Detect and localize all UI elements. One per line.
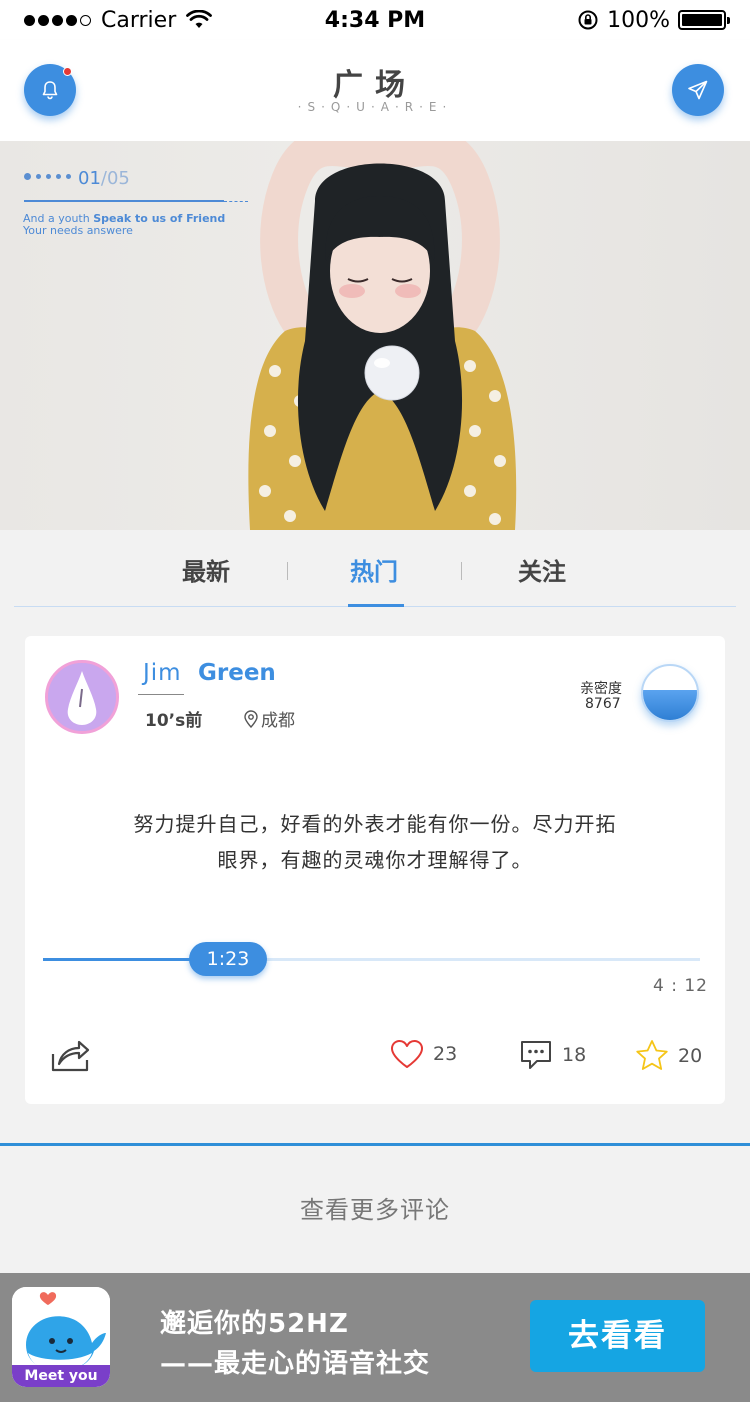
share-button[interactable] [49,1036,91,1074]
banner-photo [248,141,517,530]
like-button[interactable]: 23 [390,1039,457,1069]
tab-separator [287,562,288,580]
avatar[interactable] [45,660,119,734]
favorite-button[interactable]: 20 [635,1039,702,1072]
tab-following[interactable]: 关注 [518,552,566,587]
intimacy-meter [641,664,699,722]
carousel-current: 01 [78,168,101,189]
carousel-indicator [24,173,71,180]
star-icon [636,1040,668,1070]
section-divider [0,1143,750,1146]
post-card: Jim Green 10’s前 成都 亲密度 8767 努力提升自己，好看的外表… [25,636,725,1104]
audio-progress-track[interactable] [43,958,700,961]
banner-divider [24,200,224,202]
intimacy-value: 8767 [585,696,621,712]
promo-subheadline: ——最走心的语音社交 [160,1349,431,1379]
battery-icon [678,10,730,30]
tab-latest[interactable]: 最新 [182,552,230,587]
comment-icon [521,1041,551,1069]
app-icon[interactable]: Meet you [12,1287,110,1387]
send-button[interactable] [672,64,724,116]
header: 广场 ·S·Q·U·A·R·E· [0,40,750,141]
view-more-comments-link[interactable]: 查看更多评论 [0,1190,750,1225]
location-pin-icon [244,709,258,728]
audio-progress-thumb[interactable]: 1:23 [189,942,267,976]
share-icon [51,1040,90,1072]
post-time: 10’s前 [145,711,203,731]
carrier-name: Carrier [101,7,177,33]
comment-button[interactable]: 18 [519,1039,586,1071]
tab-popular[interactable]: 热门 [350,552,398,587]
tab-separator [461,562,462,580]
promo-banner: Meet you 邂逅你的52HZ ——最走心的语音社交 去看看 [0,1273,750,1402]
carousel-counter: 01/05 [78,168,130,189]
battery-percent: 100% [607,7,670,33]
app-label: Meet you [24,1368,98,1384]
banner-carousel[interactable]: 01/05 And a youth Speak to us of Friend … [0,141,750,530]
status-left: Carrier [24,7,213,33]
tab-bar: 最新 热门 关注 [0,530,750,608]
status-right: 100% [577,7,730,33]
promo-headline: 邂逅你的52HZ [160,1309,349,1339]
status-bar: Carrier 4:34 PM 100% [0,0,750,40]
page-subtitle: ·S·Q·U·A·R·E· [297,100,453,114]
post-location: 成都 [243,706,295,731]
name-underline [138,694,184,695]
location-text: 成都 [261,711,295,731]
intimacy-label: 亲密度 [580,681,622,697]
signal-strength-icon [24,14,91,26]
carousel-total: 05 [106,168,130,189]
go-see-button[interactable]: 去看看 [530,1300,705,1372]
tagline-line2: Your needs answere [23,224,133,237]
rotation-lock-icon [578,10,598,30]
page-title: 广场 [333,68,417,103]
comment-count: 18 [562,1044,587,1066]
wifi-icon [186,10,213,28]
active-tab-indicator [348,604,404,607]
like-count: 23 [433,1043,458,1065]
favorite-count: 20 [678,1044,703,1067]
avatar-image [48,663,116,731]
audio-duration: 4 : 12 [653,976,708,996]
heart-icon [391,1040,423,1068]
user-first-name[interactable]: Jim [143,660,182,686]
post-text: 努力提升自己，好看的外表才能有你一份。尽力开拓眼界，有趣的灵魂你才理解得了。 [133,812,617,872]
paper-plane-icon [688,80,708,100]
user-last-name[interactable]: Green [198,660,276,686]
banner-tagline: And a youth Speak to us of Friend Your n… [23,213,225,237]
